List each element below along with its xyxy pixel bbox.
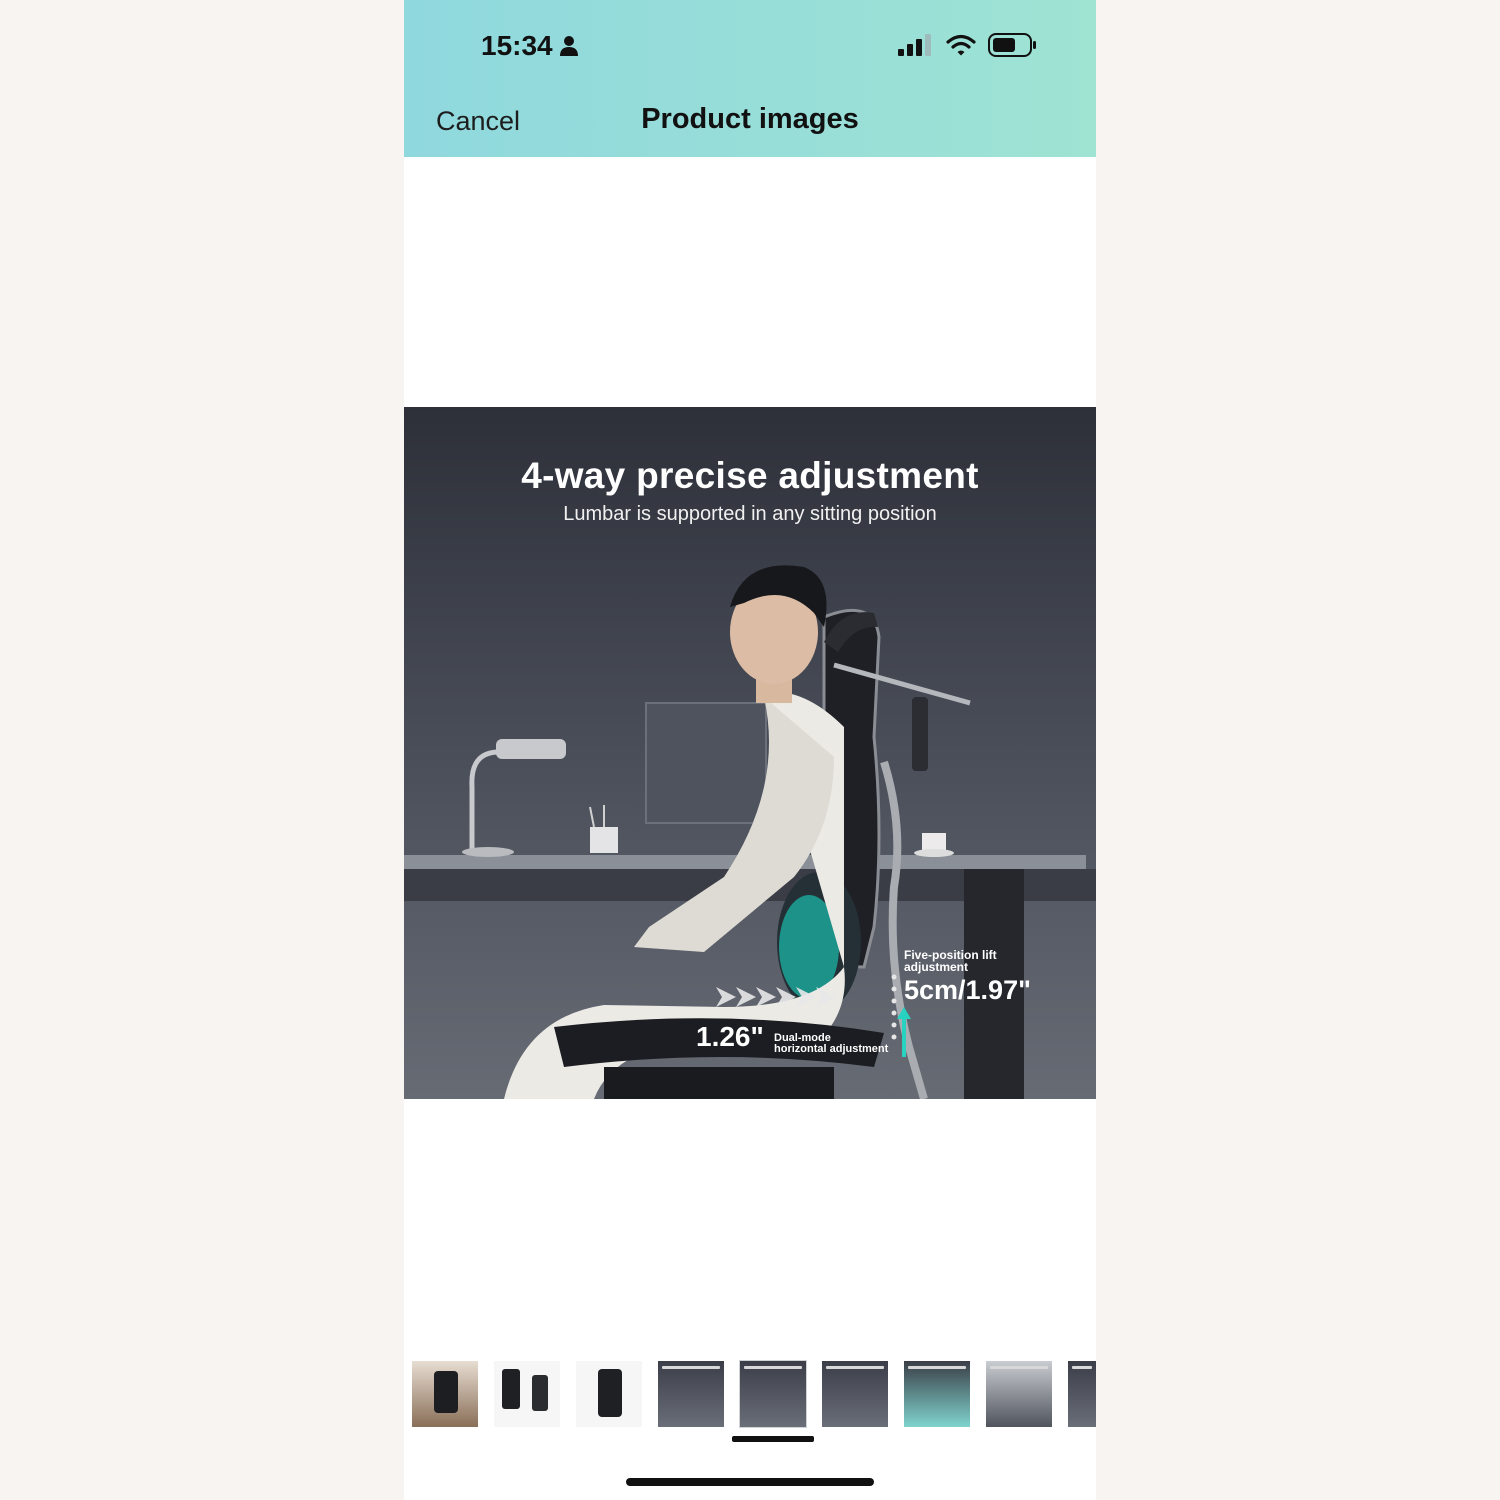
- thumbnail-2[interactable]: [494, 1361, 560, 1427]
- image-subtitle: Lumbar is supported in any sitting posit…: [563, 503, 937, 525]
- image-viewer[interactable]: 4-way precise adjustment Lumbar is suppo…: [404, 157, 1096, 1347]
- clock: 15:34: [481, 30, 553, 61]
- thumbnail-9[interactable]: [1068, 1361, 1096, 1427]
- thumbnail-1[interactable]: [412, 1361, 478, 1427]
- battery-icon: [988, 33, 1036, 57]
- thumbnail-8[interactable]: [986, 1361, 1052, 1427]
- thumbnail-6[interactable]: [822, 1361, 888, 1427]
- lift-label: Five-position lift adjustment: [904, 949, 997, 973]
- horizontal-label: Dual-mode horizontal adjustment: [774, 1033, 888, 1055]
- lift-label-line-2: adjustment: [904, 960, 969, 974]
- wifi-icon: [946, 34, 976, 56]
- lift-value: 5cm/1.97": [904, 975, 1031, 1005]
- image-title: 4-way precise adjustment: [521, 455, 979, 496]
- top-bar: 15:34 Cancel Product images: [404, 0, 1096, 158]
- thumbnail-strip[interactable]: [404, 1358, 1096, 1434]
- page-title: Product images: [641, 103, 859, 135]
- status-icons: [898, 33, 1038, 57]
- status-time: 15:34: [481, 30, 579, 62]
- thumbnail-4[interactable]: [658, 1361, 724, 1427]
- home-indicator: [626, 1478, 874, 1486]
- signal-icon: [898, 34, 931, 56]
- selected-thumbnail-indicator: [732, 1436, 814, 1442]
- thumbnail-3[interactable]: [576, 1361, 642, 1427]
- phone-screen: 15:34 Cancel Product images 4-way precis…: [404, 0, 1096, 1500]
- person-icon: [559, 36, 578, 56]
- product-image[interactable]: 4-way precise adjustment Lumbar is suppo…: [404, 407, 1096, 1099]
- thumbnail-7[interactable]: [904, 1361, 970, 1427]
- horizontal-value: 1.26": [696, 1021, 764, 1052]
- horizontal-label-line-2: horizontal adjustment: [774, 1043, 889, 1055]
- thumbnail-5[interactable]: [739, 1360, 807, 1428]
